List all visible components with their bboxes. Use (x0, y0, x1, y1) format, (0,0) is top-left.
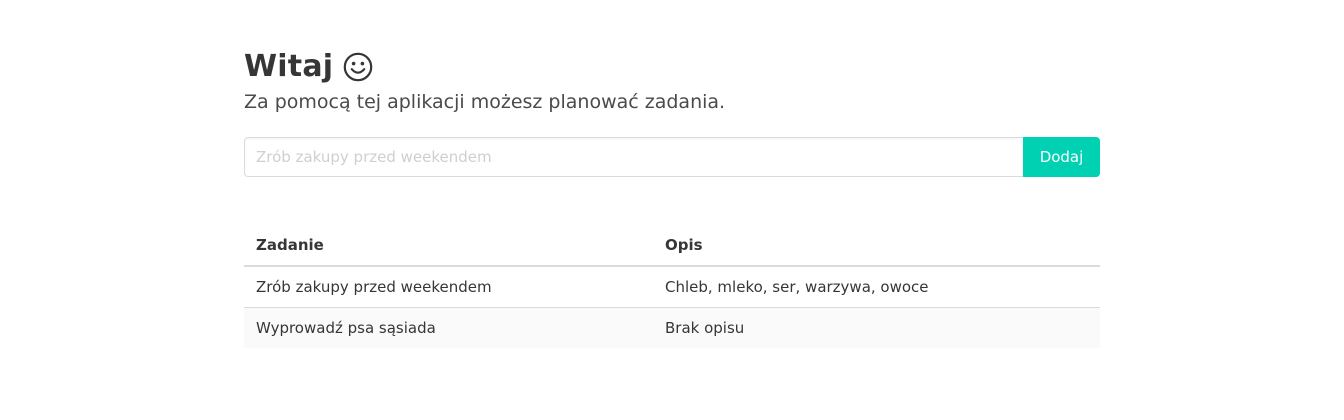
column-header-description: Opis (653, 225, 1100, 267)
table-row[interactable]: Wyprowadź psa sąsiada Brak opisu (244, 307, 1100, 348)
description-cell: Brak opisu (653, 307, 1100, 348)
page-title: Witaj (244, 49, 334, 84)
task-input[interactable] (244, 137, 1023, 177)
task-cell: Wyprowadź psa sąsiada (244, 307, 653, 348)
tasks-table: Zadanie Opis Zrób zakupy przed weekendem… (244, 225, 1100, 348)
smiley-icon (343, 52, 373, 82)
page-subtitle: Za pomocą tej aplikacji możesz planować … (244, 91, 726, 113)
add-task-form: Dodaj (244, 137, 1100, 177)
task-cell: Zrób zakupy przed weekendem (244, 266, 653, 308)
column-header-task: Zadanie (244, 225, 653, 267)
title-row: Witaj (244, 47, 373, 87)
table-header-row: Zadanie Opis (244, 225, 1100, 267)
table-row[interactable]: Zrób zakupy przed weekendem Chleb, mleko… (244, 266, 1100, 308)
add-button[interactable]: Dodaj (1023, 137, 1100, 177)
description-cell: Chleb, mleko, ser, warzywa, owoce (653, 266, 1100, 308)
